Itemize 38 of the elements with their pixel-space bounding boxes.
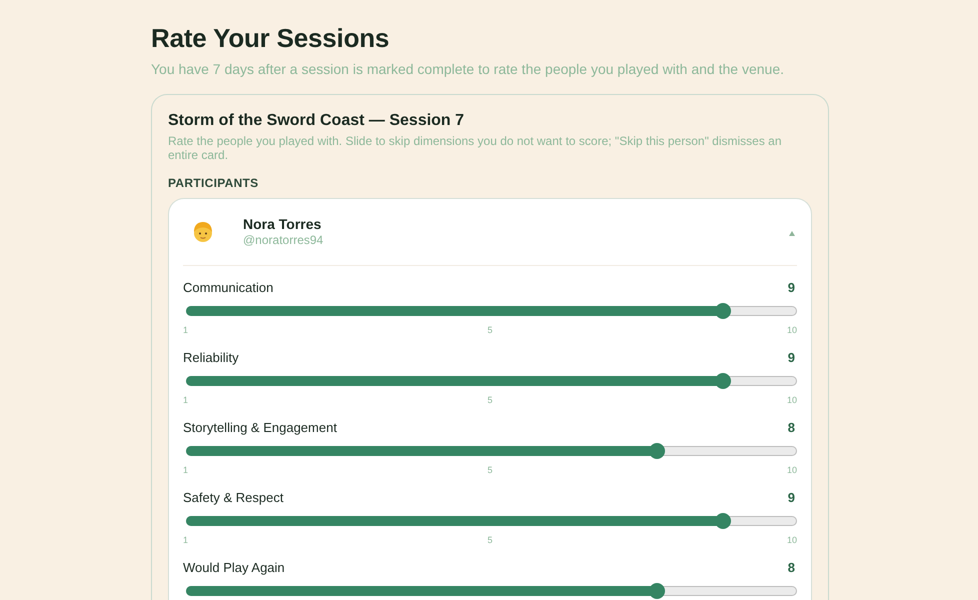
caret-up-icon[interactable] (789, 231, 795, 236)
slider-thumb[interactable] (714, 513, 731, 529)
scale-tick: 10 (786, 535, 797, 546)
scale-tick: 10 (786, 325, 797, 336)
slider-thumb[interactable] (714, 303, 731, 319)
dimension-label: Storytelling & Engagement (183, 420, 337, 436)
scale-tick: 1 (183, 535, 188, 546)
score-value: 8 (788, 420, 795, 436)
avatar-icon (191, 220, 215, 244)
session-title: Storm of the Sword Coast — Session 7 (168, 111, 466, 131)
slider-track[interactable] (186, 586, 797, 596)
score-value: 9 (788, 280, 795, 296)
slider-thumb[interactable] (648, 443, 665, 459)
scale-tick: 5 (487, 465, 492, 476)
scale-tick: 5 (487, 535, 492, 546)
section-label: PARTICIPANTS (168, 176, 260, 190)
score-value: 9 (788, 490, 795, 506)
dimension-label: Reliability (183, 350, 239, 366)
session-description: Rate the people you played with. Slide to skip dimensions you do not want to score; "Skip this person" dismisses an entire card. (168, 134, 783, 162)
dimension-label: Would Play Again (183, 560, 285, 576)
dimension-label: Communication (183, 280, 274, 296)
scale-tick: 1 (183, 325, 188, 336)
page-title: Rate Your Sessions (151, 22, 390, 54)
participant-name: Nora Torres (243, 216, 322, 233)
scale-tick: 5 (487, 395, 492, 406)
score-value: 8 (788, 560, 795, 576)
scale-tick: 10 (786, 465, 797, 476)
slider-track[interactable] (186, 446, 797, 456)
scale-tick: 5 (487, 325, 492, 336)
dimension-label: Safety & Respect (183, 490, 284, 506)
scale-tick: 10 (786, 395, 797, 406)
scale-tick: 1 (183, 395, 188, 406)
score-value: 9 (788, 350, 795, 366)
scale-tick: 1 (183, 465, 188, 476)
participant-handle: @noratorres94 (243, 233, 324, 247)
slider-thumb[interactable] (714, 373, 731, 389)
slider-thumb[interactable] (648, 583, 665, 599)
page-subtitle: You have 7 days after a session is marked complete to rate the people you played with and the venue. (151, 60, 785, 78)
